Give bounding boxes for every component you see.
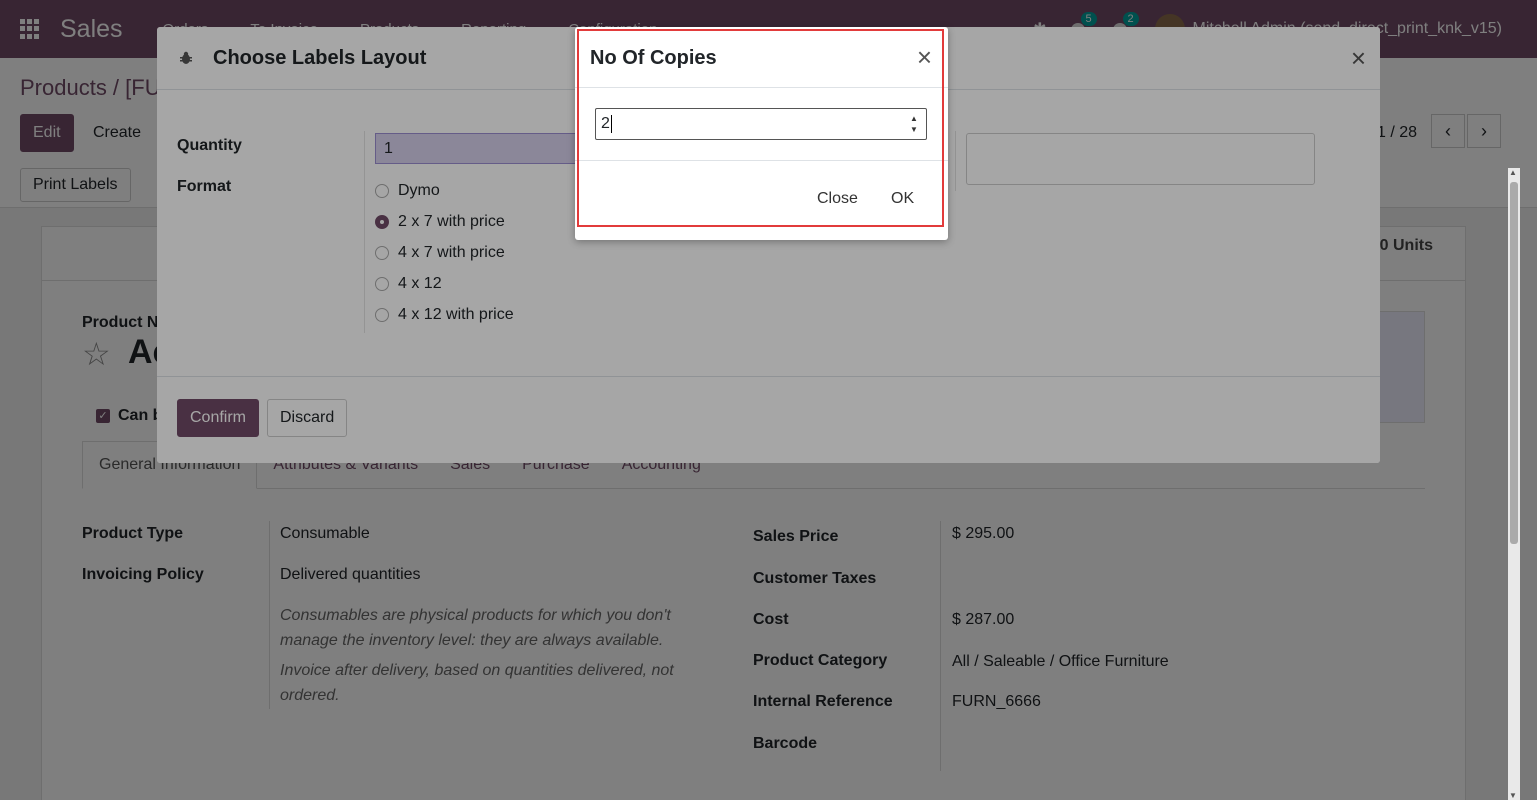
copies-dialog: No Of Copies × 2 ▲ ▼ Close OK: [575, 27, 948, 240]
scrollbar-thumb[interactable]: [1510, 182, 1518, 544]
spin-down-icon[interactable]: ▼: [908, 124, 920, 135]
copies-dialog-title: No Of Copies: [590, 47, 717, 69]
close-button[interactable]: Close: [817, 190, 858, 208]
ok-button[interactable]: OK: [891, 190, 914, 208]
copies-number-input[interactable]: 2 ▲ ▼: [595, 108, 927, 140]
page-scrollbar[interactable]: ▲ ▼: [1508, 168, 1520, 800]
copies-divider: [575, 160, 948, 161]
close-icon[interactable]: ×: [917, 44, 932, 70]
copies-value: 2: [601, 115, 610, 132]
number-spinner[interactable]: ▲ ▼: [908, 113, 920, 135]
copies-dialog-header: No Of Copies ×: [575, 27, 948, 88]
spin-up-icon[interactable]: ▲: [908, 113, 920, 124]
